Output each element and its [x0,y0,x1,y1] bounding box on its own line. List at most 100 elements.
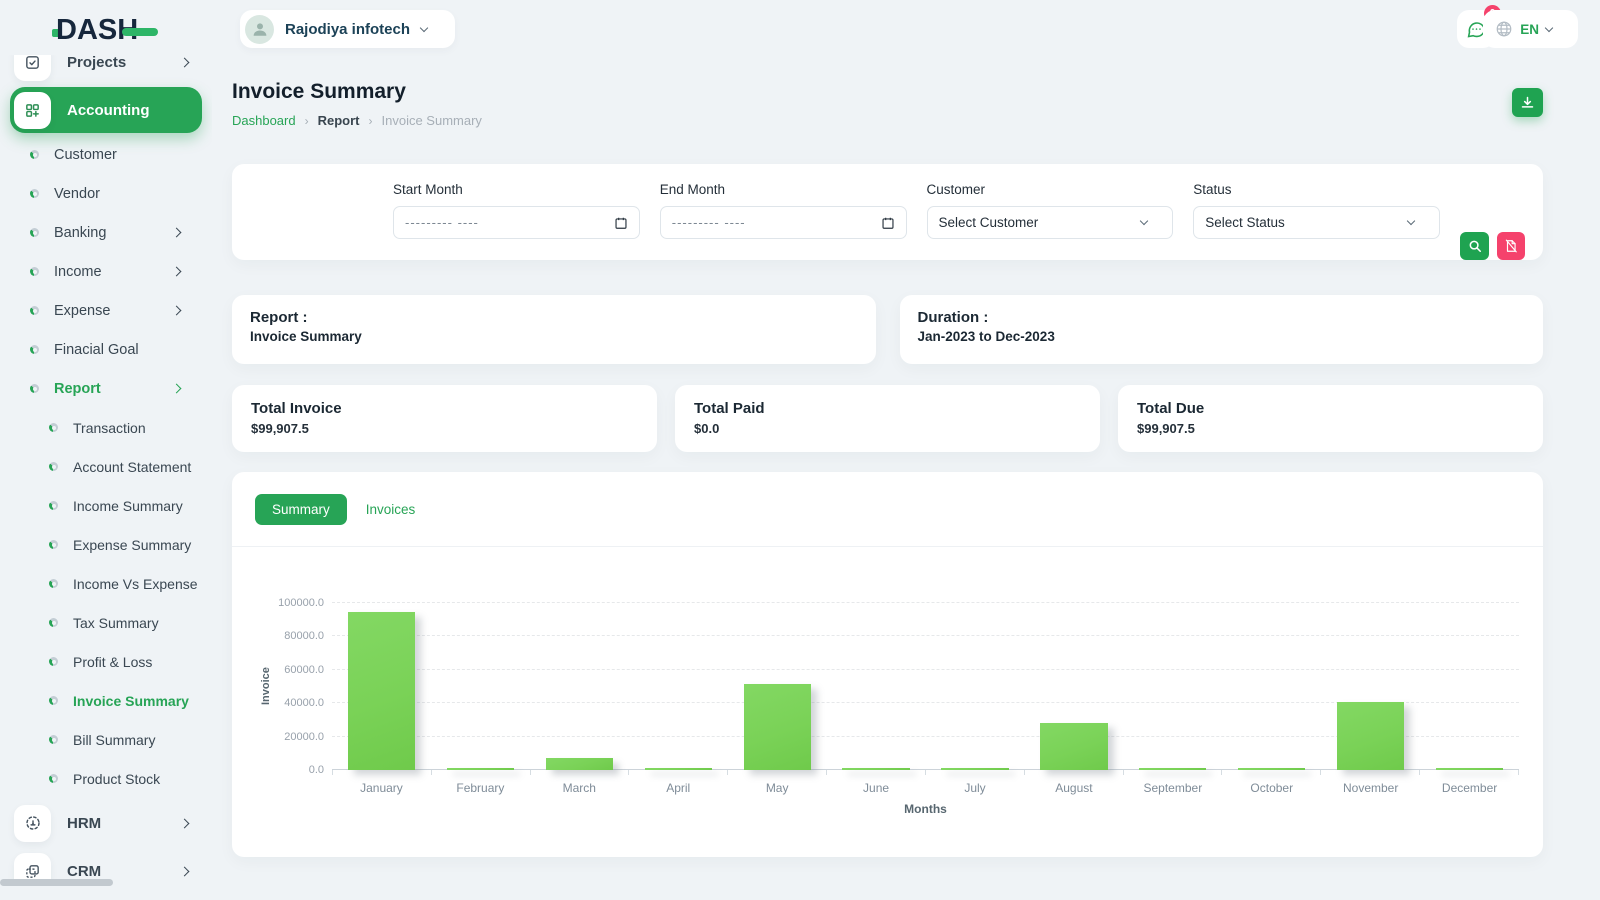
bullet-icon [49,657,58,666]
sidebar-item-hrm[interactable]: HRM [10,800,202,846]
chevron-right-icon [172,306,182,316]
x-tick-mark [531,770,630,775]
x-tick-label: May [728,781,827,795]
sidebar-item-invoice-summary[interactable]: Invoice Summary [10,681,202,720]
bullet-icon [49,579,58,588]
sidebar-item-income-summary[interactable]: Income Summary [10,486,202,525]
checklist-icon [14,55,51,81]
chevron-right-icon [180,866,190,876]
bullet-icon [30,384,39,393]
bar-march[interactable] [546,758,613,770]
chevron-down-icon [1407,217,1415,225]
duration-card: Duration : Jan-2023 to Dec-2023 [900,295,1544,364]
bullet-icon [49,540,58,549]
sidebar-item-account-statement[interactable]: Account Statement [10,447,202,486]
bar-chart: Invoice 100000.080000.060000.040000.0200… [232,547,1543,816]
sidebar-item-label: Income [54,264,102,280]
bar-july[interactable] [941,768,1008,770]
sidebar-item-label: Profit & Loss [73,654,152,670]
sidebar-item-profit-loss[interactable]: Profit & Loss [10,642,202,681]
brand-logo[interactable]: DASH [52,14,158,47]
status-group: Status Select Status [1193,182,1440,260]
sidebar-item-tax-summary[interactable]: Tax Summary [10,603,202,642]
bar-slot [1420,603,1519,770]
chevron-right-icon [172,267,182,277]
sidebar-item-vendor[interactable]: Vendor [10,174,202,213]
sidebar-item-income[interactable]: Income [10,252,202,291]
x-tick-mark [629,770,728,775]
start-month-input[interactable]: --------- ---- [393,206,640,239]
bullet-icon [30,150,39,159]
tab-summary[interactable]: Summary [255,494,347,525]
bar-may[interactable] [744,684,811,770]
customer-select[interactable]: Select Customer [927,206,1174,239]
bullet-icon [30,267,39,276]
breadcrumb-current: Invoice Summary [382,113,482,128]
total-invoice-card: Total Invoice $99,907.5 [232,385,657,452]
bar-august[interactable] [1040,723,1107,770]
x-tick-mark [827,770,926,775]
bar-april[interactable] [645,768,712,770]
download-button[interactable] [1512,88,1543,117]
sidebar-item-label: Banking [54,225,106,241]
x-tick-label: February [431,781,530,795]
breadcrumb-dashboard[interactable]: Dashboard [232,113,296,128]
bar-slot [1123,603,1222,770]
calendar-icon [614,216,628,230]
bar-december[interactable] [1436,768,1503,770]
duration-value: Jan-2023 to Dec-2023 [918,329,1526,344]
bar-october[interactable] [1238,768,1305,770]
report-label: Report : [250,309,858,326]
reset-filter-button[interactable] [1497,232,1525,260]
breadcrumb: Dashboard › Report › Invoice Summary [232,113,1543,128]
x-axis-ticks [332,770,1519,775]
sidebar-item-finacial-goal[interactable]: Finacial Goal [10,330,202,369]
sidebar-item-label: Income Summary [73,498,183,514]
sidebar-item-customer[interactable]: Customer [10,135,202,174]
sidebar-item-projects[interactable]: Projects [10,55,202,85]
total-paid-label: Total Paid [694,400,1081,417]
bar-june[interactable] [842,768,909,770]
y-tick-label: 80000.0 [266,630,324,642]
sidebar-item-label: Projects [67,55,126,71]
sidebar-item-label: Finacial Goal [54,342,139,358]
bar-november[interactable] [1337,702,1404,770]
bar-january[interactable] [348,612,415,770]
sidebar-horizontal-scrollbar[interactable] [0,879,113,886]
sidebar-item-expense[interactable]: Expense [10,291,202,330]
x-tick-label: June [827,781,926,795]
report-card: Report : Invoice Summary [232,295,876,364]
end-month-input[interactable]: --------- ---- [660,206,907,239]
chevron-down-icon [1140,217,1148,225]
bar-slot [629,603,728,770]
sidebar-item-label: Bill Summary [73,732,155,748]
bar-september[interactable] [1139,768,1206,770]
tab-invoices[interactable]: Invoices [366,502,416,517]
start-month-group: Start Month --------- ---- [393,182,640,260]
sidebar-item-transaction[interactable]: Transaction [10,408,202,447]
bar-slot [332,603,431,770]
sidebar-item-report[interactable]: Report [10,369,202,408]
status-select[interactable]: Select Status [1193,206,1440,239]
chart-tabs: Summary Invoices [232,472,1543,547]
logo-dash-icon [122,28,158,36]
breadcrumb-report[interactable]: Report [318,113,360,128]
bar-february[interactable] [447,768,514,770]
sidebar-item-banking[interactable]: Banking [10,213,202,252]
chevron-right-icon: › [369,114,373,128]
bar-slot [530,603,629,770]
sidebar-item-accounting[interactable]: Accounting [10,87,202,133]
sidebar-item-bill-summary[interactable]: Bill Summary [10,720,202,759]
sidebar-item-expense-summary[interactable]: Expense Summary [10,525,202,564]
sidebar-item-product-stock[interactable]: Product Stock [10,759,202,798]
x-tick-label: November [1321,781,1420,795]
bullet-icon [30,228,39,237]
main-content: Invoice Summary Dashboard › Report › Inv… [232,0,1543,857]
sidebar-item-income-vs-expense[interactable]: Income Vs Expense [10,564,202,603]
y-tick-label: 60000.0 [266,664,324,676]
bullet-icon [49,774,58,783]
apply-filter-button[interactable] [1460,232,1489,260]
x-tick-label: October [1222,781,1321,795]
sidebar-item-label: Transaction [73,420,146,436]
chevron-right-icon [172,384,182,394]
